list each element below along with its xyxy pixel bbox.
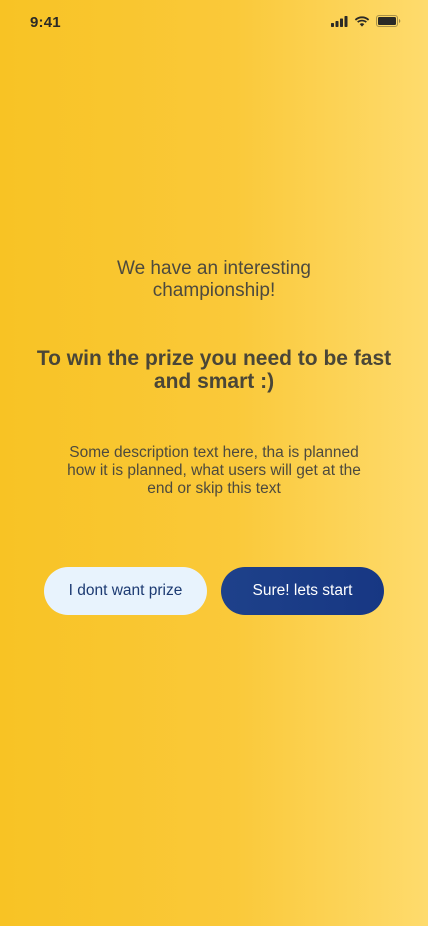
intro-title: We have an interesting championship!: [117, 258, 311, 301]
start-button[interactable]: Sure! lets start: [221, 567, 384, 615]
battery-icon: [376, 15, 401, 27]
decline-prize-button[interactable]: I dont want prize: [44, 567, 207, 615]
cellular-signal-icon: [331, 15, 348, 27]
status-time: 9:41: [30, 14, 61, 31]
wifi-icon: [354, 15, 370, 27]
status-bar: 9:41: [0, 0, 428, 44]
headline: To win the prize you need to be fast and…: [36, 347, 392, 393]
status-icons: [331, 15, 401, 27]
action-buttons: I dont want prize Sure! lets start: [44, 567, 384, 615]
description-text: Some description text here, tha is plann…: [67, 444, 361, 497]
